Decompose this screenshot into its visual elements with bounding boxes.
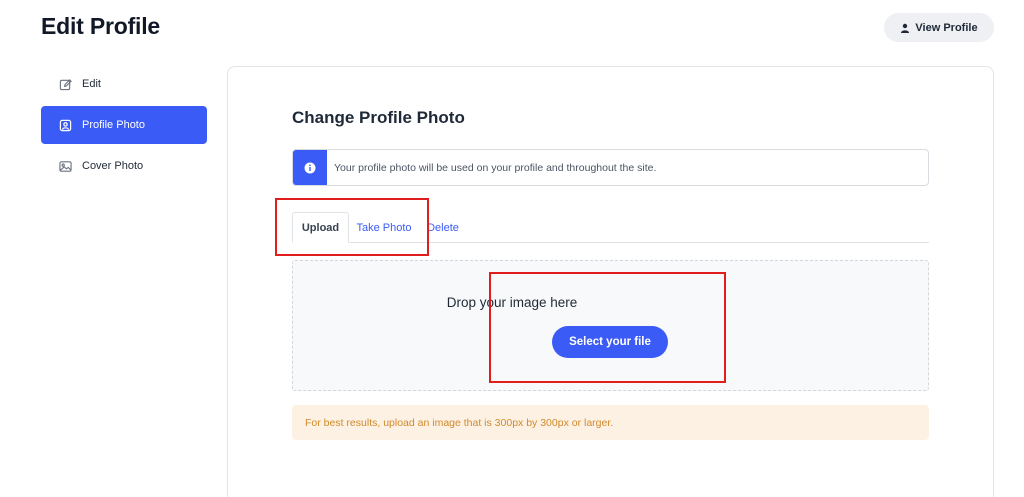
page-title: Edit Profile: [41, 13, 161, 39]
info-icon-container: [293, 150, 327, 185]
tab-upload[interactable]: Upload: [292, 212, 349, 243]
select-file-button[interactable]: Select your file: [552, 326, 668, 358]
tip-alert: For best results, upload an image that i…: [292, 405, 929, 440]
dropzone-text: Drop your image here: [446, 295, 578, 310]
sidebar-item-profile-photo[interactable]: Profile Photo: [41, 106, 207, 144]
tip-text: For best results, upload an image that i…: [305, 416, 614, 429]
sidebar-item-cover-photo[interactable]: Cover Photo: [41, 147, 207, 185]
sidebar: Edit Profile Photo Cover Photo: [41, 65, 207, 188]
sidebar-item-edit[interactable]: Edit: [41, 65, 207, 103]
image-icon: [59, 160, 72, 172]
view-profile-label: View Profile: [915, 21, 978, 34]
view-profile-button[interactable]: View Profile: [884, 13, 994, 42]
user-icon: [901, 23, 910, 33]
info-icon: [304, 162, 316, 173]
sidebar-item-label: Edit: [82, 78, 101, 90]
info-alert: Your profile photo will be used on your …: [292, 149, 929, 186]
sidebar-item-label: Cover Photo: [82, 160, 144, 172]
info-text: Your profile photo will be used on your …: [334, 161, 657, 174]
section-title: Change Profile Photo: [292, 108, 465, 127]
edit-icon: [59, 78, 72, 90]
sidebar-item-label: Profile Photo: [82, 119, 145, 131]
tab-take-photo[interactable]: Take Photo: [351, 212, 417, 243]
tab-delete[interactable]: Delete: [424, 212, 462, 243]
profile-photo-icon: [59, 119, 72, 131]
